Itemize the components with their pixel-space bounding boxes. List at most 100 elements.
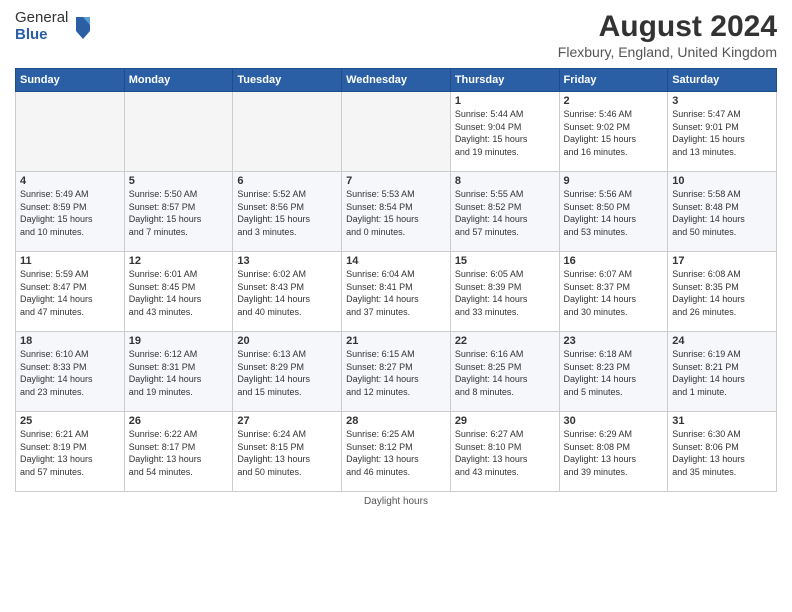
- day-cell-2-3: 14Sunrise: 6:04 AM Sunset: 8:41 PM Dayli…: [342, 252, 451, 332]
- day-number: 4: [20, 175, 120, 187]
- title-area: August 2024 Flexbury, England, United Ki…: [558, 10, 777, 60]
- day-cell-4-5: 30Sunrise: 6:29 AM Sunset: 8:08 PM Dayli…: [559, 412, 668, 492]
- day-cell-2-1: 12Sunrise: 6:01 AM Sunset: 8:45 PM Dayli…: [124, 252, 233, 332]
- day-number: 15: [455, 255, 555, 267]
- month-year-title: August 2024: [558, 10, 777, 44]
- week-row-4: 18Sunrise: 6:10 AM Sunset: 8:33 PM Dayli…: [16, 332, 777, 412]
- day-cell-3-2: 20Sunrise: 6:13 AM Sunset: 8:29 PM Dayli…: [233, 332, 342, 412]
- day-info: Sunrise: 5:50 AM Sunset: 8:57 PM Dayligh…: [129, 188, 229, 238]
- col-wednesday: Wednesday: [342, 69, 451, 92]
- day-info: Sunrise: 5:52 AM Sunset: 8:56 PM Dayligh…: [237, 188, 337, 238]
- day-info: Sunrise: 6:08 AM Sunset: 8:35 PM Dayligh…: [672, 268, 772, 318]
- day-number: 30: [564, 415, 664, 427]
- day-number: 10: [672, 175, 772, 187]
- day-number: 9: [564, 175, 664, 187]
- day-cell-0-6: 3Sunrise: 5:47 AM Sunset: 9:01 PM Daylig…: [668, 92, 777, 172]
- day-number: 17: [672, 255, 772, 267]
- day-number: 22: [455, 335, 555, 347]
- day-info: Sunrise: 6:27 AM Sunset: 8:10 PM Dayligh…: [455, 428, 555, 478]
- day-info: Sunrise: 5:47 AM Sunset: 9:01 PM Dayligh…: [672, 108, 772, 158]
- day-info: Sunrise: 5:58 AM Sunset: 8:48 PM Dayligh…: [672, 188, 772, 238]
- day-info: Sunrise: 6:18 AM Sunset: 8:23 PM Dayligh…: [564, 348, 664, 398]
- day-info: Sunrise: 6:13 AM Sunset: 8:29 PM Dayligh…: [237, 348, 337, 398]
- day-cell-2-2: 13Sunrise: 6:02 AM Sunset: 8:43 PM Dayli…: [233, 252, 342, 332]
- day-info: Sunrise: 6:12 AM Sunset: 8:31 PM Dayligh…: [129, 348, 229, 398]
- day-number: 28: [346, 415, 446, 427]
- day-number: 5: [129, 175, 229, 187]
- day-cell-4-1: 26Sunrise: 6:22 AM Sunset: 8:17 PM Dayli…: [124, 412, 233, 492]
- day-info: Sunrise: 6:29 AM Sunset: 8:08 PM Dayligh…: [564, 428, 664, 478]
- day-cell-2-6: 17Sunrise: 6:08 AM Sunset: 8:35 PM Dayli…: [668, 252, 777, 332]
- day-number: 2: [564, 95, 664, 107]
- day-cell-3-1: 19Sunrise: 6:12 AM Sunset: 8:31 PM Dayli…: [124, 332, 233, 412]
- week-row-2: 4Sunrise: 5:49 AM Sunset: 8:59 PM Daylig…: [16, 172, 777, 252]
- location-subtitle: Flexbury, England, United Kingdom: [558, 44, 777, 60]
- day-cell-0-1: [124, 92, 233, 172]
- logo: General Blue: [15, 10, 94, 43]
- day-cell-1-4: 8Sunrise: 5:55 AM Sunset: 8:52 PM Daylig…: [450, 172, 559, 252]
- day-info: Sunrise: 6:07 AM Sunset: 8:37 PM Dayligh…: [564, 268, 664, 318]
- day-cell-3-5: 23Sunrise: 6:18 AM Sunset: 8:23 PM Dayli…: [559, 332, 668, 412]
- week-row-3: 11Sunrise: 5:59 AM Sunset: 8:47 PM Dayli…: [16, 252, 777, 332]
- col-sunday: Sunday: [16, 69, 125, 92]
- day-number: 1: [455, 95, 555, 107]
- day-number: 6: [237, 175, 337, 187]
- day-cell-3-3: 21Sunrise: 6:15 AM Sunset: 8:27 PM Dayli…: [342, 332, 451, 412]
- day-number: 25: [20, 415, 120, 427]
- day-info: Sunrise: 5:49 AM Sunset: 8:59 PM Dayligh…: [20, 188, 120, 238]
- day-info: Sunrise: 6:16 AM Sunset: 8:25 PM Dayligh…: [455, 348, 555, 398]
- day-cell-4-6: 31Sunrise: 6:30 AM Sunset: 8:06 PM Dayli…: [668, 412, 777, 492]
- page-container: General Blue August 2024 Flexbury, Engla…: [0, 0, 792, 512]
- header: General Blue August 2024 Flexbury, Engla…: [15, 10, 777, 60]
- day-info: Sunrise: 6:19 AM Sunset: 8:21 PM Dayligh…: [672, 348, 772, 398]
- day-info: Sunrise: 6:21 AM Sunset: 8:19 PM Dayligh…: [20, 428, 120, 478]
- day-info: Sunrise: 6:15 AM Sunset: 8:27 PM Dayligh…: [346, 348, 446, 398]
- day-number: 11: [20, 255, 120, 267]
- day-number: 20: [237, 335, 337, 347]
- day-info: Sunrise: 6:01 AM Sunset: 8:45 PM Dayligh…: [129, 268, 229, 318]
- day-cell-0-3: [342, 92, 451, 172]
- col-tuesday: Tuesday: [233, 69, 342, 92]
- day-number: 3: [672, 95, 772, 107]
- header-row: Sunday Monday Tuesday Wednesday Thursday…: [16, 69, 777, 92]
- col-thursday: Thursday: [450, 69, 559, 92]
- day-number: 18: [20, 335, 120, 347]
- day-info: Sunrise: 5:44 AM Sunset: 9:04 PM Dayligh…: [455, 108, 555, 158]
- day-cell-1-0: 4Sunrise: 5:49 AM Sunset: 8:59 PM Daylig…: [16, 172, 125, 252]
- day-cell-3-0: 18Sunrise: 6:10 AM Sunset: 8:33 PM Dayli…: [16, 332, 125, 412]
- logo-text: General Blue: [15, 10, 68, 43]
- day-info: Sunrise: 6:24 AM Sunset: 8:15 PM Dayligh…: [237, 428, 337, 478]
- day-cell-1-5: 9Sunrise: 5:56 AM Sunset: 8:50 PM Daylig…: [559, 172, 668, 252]
- day-info: Sunrise: 6:02 AM Sunset: 8:43 PM Dayligh…: [237, 268, 337, 318]
- col-friday: Friday: [559, 69, 668, 92]
- day-number: 8: [455, 175, 555, 187]
- day-info: Sunrise: 5:46 AM Sunset: 9:02 PM Dayligh…: [564, 108, 664, 158]
- day-info: Sunrise: 5:53 AM Sunset: 8:54 PM Dayligh…: [346, 188, 446, 238]
- day-number: 26: [129, 415, 229, 427]
- day-number: 31: [672, 415, 772, 427]
- day-number: 29: [455, 415, 555, 427]
- day-cell-2-0: 11Sunrise: 5:59 AM Sunset: 8:47 PM Dayli…: [16, 252, 125, 332]
- week-row-5: 25Sunrise: 6:21 AM Sunset: 8:19 PM Dayli…: [16, 412, 777, 492]
- day-info: Sunrise: 5:56 AM Sunset: 8:50 PM Dayligh…: [564, 188, 664, 238]
- day-number: 21: [346, 335, 446, 347]
- day-info: Sunrise: 6:30 AM Sunset: 8:06 PM Dayligh…: [672, 428, 772, 478]
- day-info: Sunrise: 6:05 AM Sunset: 8:39 PM Dayligh…: [455, 268, 555, 318]
- day-cell-3-4: 22Sunrise: 6:16 AM Sunset: 8:25 PM Dayli…: [450, 332, 559, 412]
- day-number: 13: [237, 255, 337, 267]
- day-cell-0-5: 2Sunrise: 5:46 AM Sunset: 9:02 PM Daylig…: [559, 92, 668, 172]
- col-saturday: Saturday: [668, 69, 777, 92]
- day-number: 19: [129, 335, 229, 347]
- day-info: Sunrise: 6:04 AM Sunset: 8:41 PM Dayligh…: [346, 268, 446, 318]
- logo-general: General: [15, 10, 68, 27]
- day-cell-1-2: 6Sunrise: 5:52 AM Sunset: 8:56 PM Daylig…: [233, 172, 342, 252]
- logo-blue: Blue: [15, 27, 68, 44]
- day-info: Sunrise: 5:55 AM Sunset: 8:52 PM Dayligh…: [455, 188, 555, 238]
- day-cell-0-0: [16, 92, 125, 172]
- day-number: 16: [564, 255, 664, 267]
- calendar-table: Sunday Monday Tuesday Wednesday Thursday…: [15, 68, 777, 492]
- day-cell-0-2: [233, 92, 342, 172]
- week-row-1: 1Sunrise: 5:44 AM Sunset: 9:04 PM Daylig…: [16, 92, 777, 172]
- day-number: 27: [237, 415, 337, 427]
- footer-note: Daylight hours: [15, 496, 777, 507]
